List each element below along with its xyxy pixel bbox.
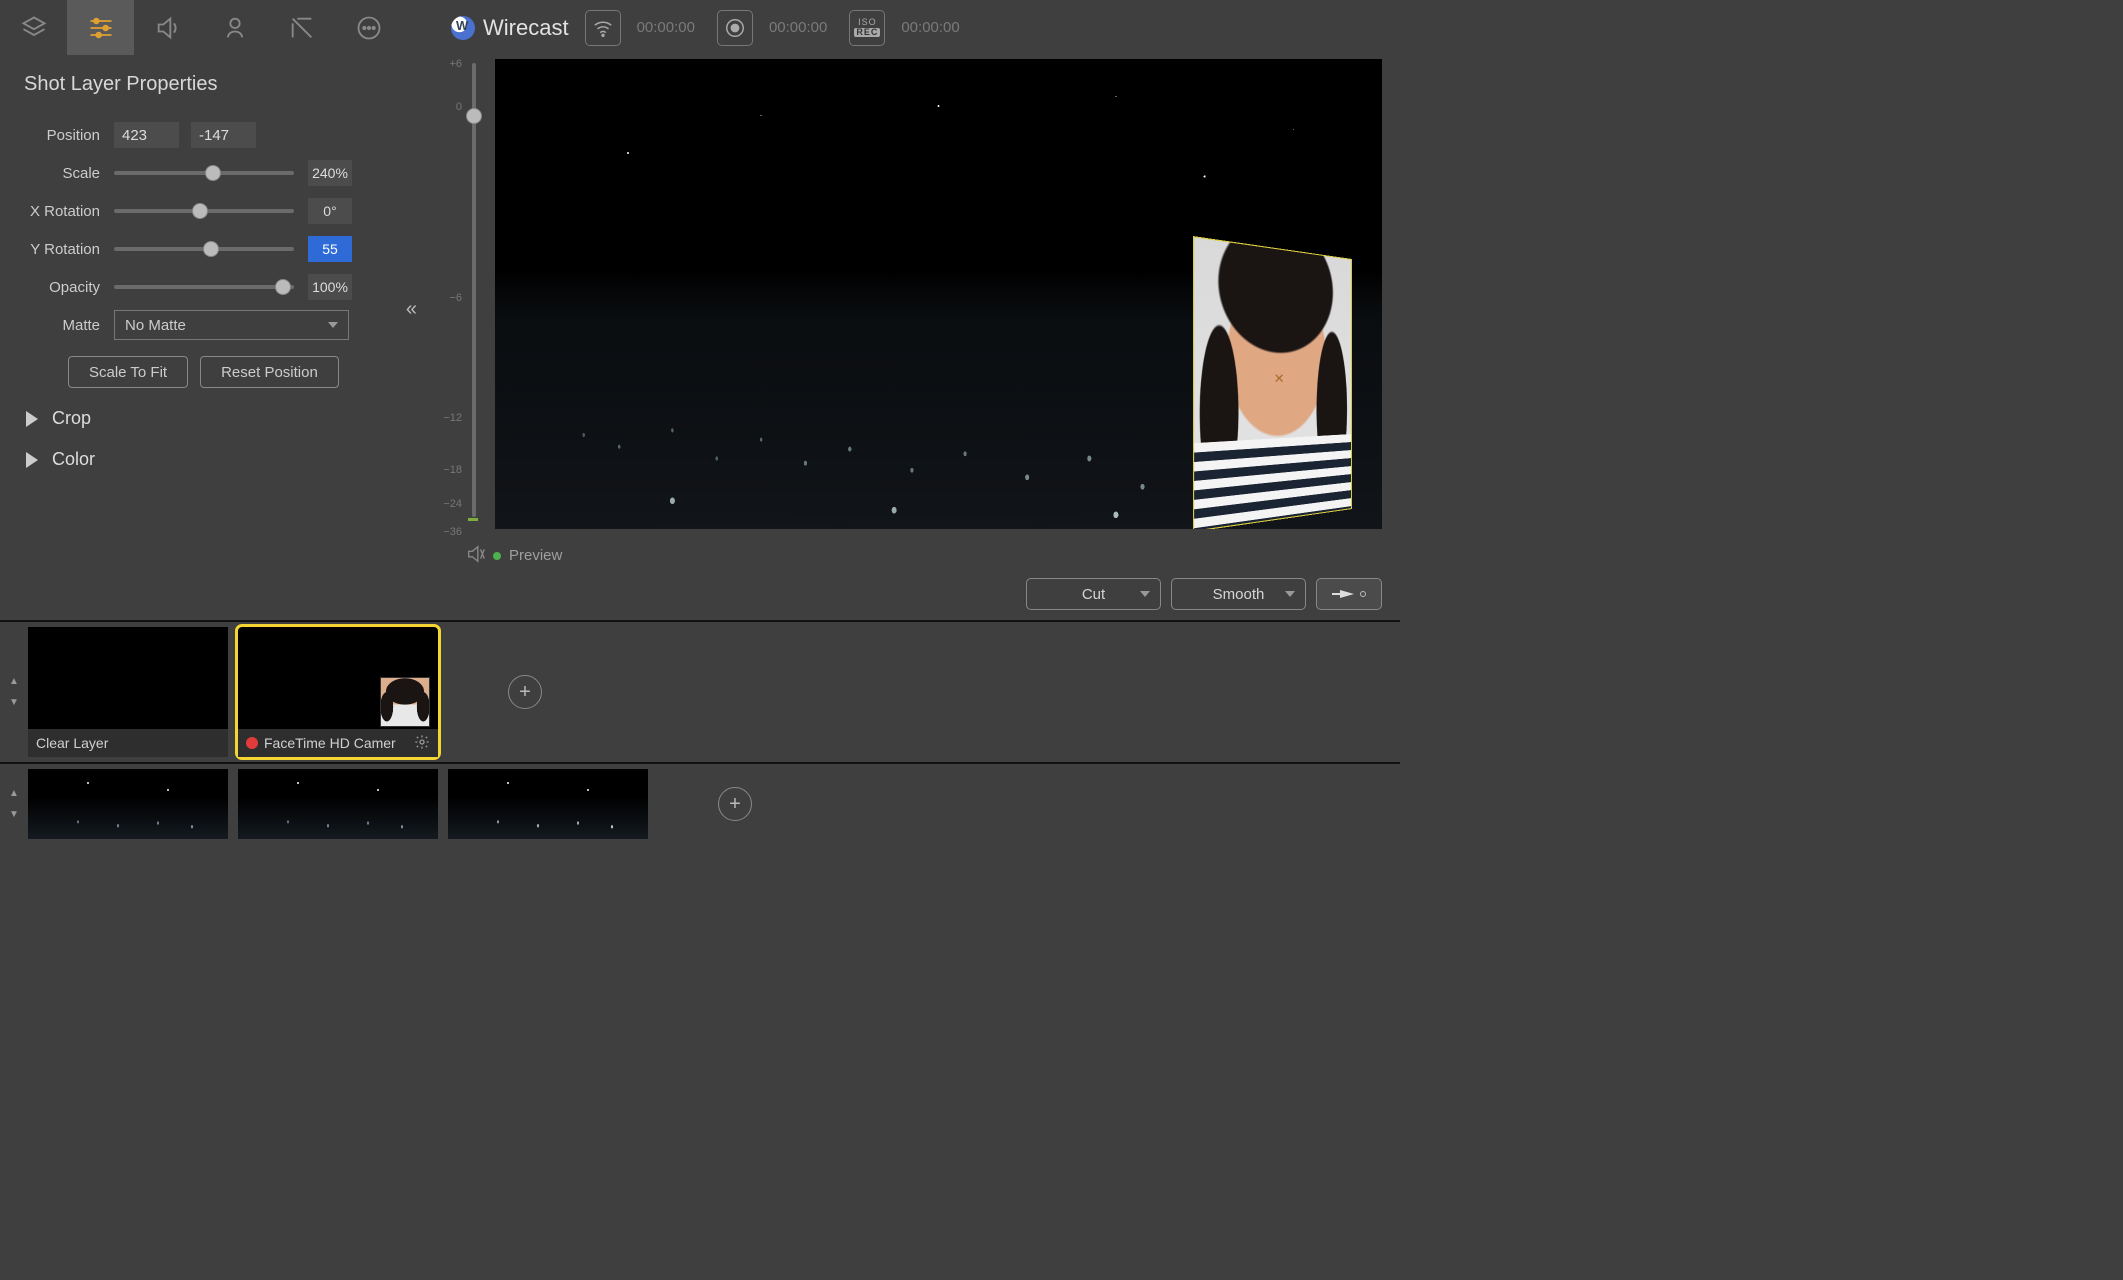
yrot-slider[interactable] — [114, 247, 294, 251]
mute-icon[interactable] — [465, 543, 487, 565]
layer-down-icon[interactable]: ▼ — [9, 809, 19, 820]
yrot-label: Y Rotation — [20, 241, 100, 258]
add-shot-button[interactable]: + — [508, 675, 542, 709]
go-live-button[interactable] — [1316, 578, 1382, 610]
properties-panel: Shot Layer Properties Position Scale 240… — [0, 0, 423, 620]
crop-disclosure[interactable]: Crop — [26, 408, 423, 429]
xrot-label: X Rotation — [20, 203, 100, 220]
record-button[interactable] — [717, 10, 753, 46]
triangle-right-icon — [26, 452, 38, 468]
layer-row-1: ▲ ▼ Clear Layer FaceTime HD Camer + — [0, 622, 1400, 764]
iso-icon: ISOREC — [854, 18, 880, 37]
app-brand: Wirecast — [451, 15, 569, 41]
preview-area: Wirecast 00:00:00 00:00:00 ISOREC 00:00:… — [423, 0, 1400, 620]
chevron-down-icon — [328, 322, 338, 328]
tab-filter-icon[interactable] — [268, 0, 335, 55]
scale-to-fit-button[interactable]: Scale To Fit — [68, 356, 188, 388]
properties-tabs — [0, 0, 423, 55]
shot-label: Clear Layer — [36, 735, 108, 751]
audio-meter: +6 0 −6 −12 −18 −24 −36 — [427, 59, 465, 537]
wifi-icon — [592, 17, 614, 39]
layer-up-icon[interactable]: ▲ — [9, 788, 19, 799]
status-dot-icon — [493, 552, 501, 560]
shot-clear-layer[interactable]: Clear Layer — [28, 627, 228, 757]
live-dot-icon — [246, 737, 258, 749]
layer-row-2: ▲ ▼ + — [0, 764, 1400, 844]
xrot-slider[interactable] — [114, 209, 294, 213]
tab-chromakey-icon[interactable] — [201, 0, 268, 55]
master-volume-slider[interactable] — [465, 61, 483, 535]
gear-icon[interactable] — [414, 734, 430, 753]
position-y-input[interactable] — [191, 122, 256, 148]
scale-slider[interactable] — [114, 171, 294, 175]
stream-timer: 00:00:00 — [637, 19, 695, 36]
shot-thumb[interactable] — [28, 769, 228, 839]
layer-down-icon[interactable]: ▼ — [9, 697, 19, 708]
tab-layers-icon[interactable] — [0, 0, 67, 55]
scale-value[interactable]: 240% — [308, 160, 352, 186]
color-disclosure[interactable]: Color — [26, 449, 423, 470]
shot-layers: ▲ ▼ Clear Layer FaceTime HD Camer + ▲ ▼ — [0, 620, 1400, 844]
top-bar: Wirecast 00:00:00 00:00:00 ISOREC 00:00:… — [423, 0, 1400, 55]
opacity-label: Opacity — [20, 279, 100, 296]
panel-title: Shot Layer Properties — [24, 73, 423, 96]
record-timer: 00:00:00 — [769, 19, 827, 36]
opacity-slider[interactable] — [114, 285, 294, 289]
shot-thumb[interactable] — [448, 769, 648, 839]
preview-canvas[interactable]: ✕ — [495, 59, 1382, 529]
collapse-panel-icon[interactable]: « — [406, 298, 417, 321]
iso-record-button[interactable]: ISOREC — [849, 10, 885, 46]
transition-smooth-dropdown[interactable]: Smooth — [1171, 578, 1306, 610]
matte-label: Matte — [20, 317, 100, 334]
transition-cut-dropdown[interactable]: Cut — [1026, 578, 1161, 610]
add-shot-button[interactable]: + — [718, 787, 752, 821]
matte-dropdown[interactable]: No Matte — [114, 310, 349, 340]
matte-value: No Matte — [125, 317, 186, 334]
stream-button[interactable] — [585, 10, 621, 46]
shot-label: FaceTime HD Camer — [264, 735, 396, 751]
opacity-value[interactable]: 100% — [308, 274, 352, 300]
tab-adjustments-icon[interactable] — [67, 0, 134, 55]
iso-timer: 00:00:00 — [901, 19, 959, 36]
tab-audio-icon[interactable] — [134, 0, 201, 55]
wirecast-logo-icon — [451, 16, 475, 40]
facetime-layer[interactable]: ✕ — [1193, 236, 1352, 529]
shot-facetime[interactable]: FaceTime HD Camer — [238, 627, 438, 757]
close-icon: ✕ — [1274, 371, 1285, 386]
shot-thumb[interactable] — [238, 769, 438, 839]
shot-thumbnail — [380, 677, 430, 727]
reset-position-button[interactable]: Reset Position — [200, 356, 339, 388]
position-x-input[interactable] — [114, 122, 179, 148]
triangle-right-icon — [26, 411, 38, 427]
position-label: Position — [20, 127, 100, 144]
scale-label: Scale — [20, 165, 100, 182]
circle-icon — [1360, 591, 1366, 597]
preview-indicator: Preview — [493, 547, 1400, 564]
xrot-value[interactable]: 0° — [308, 198, 352, 224]
layer-up-icon[interactable]: ▲ — [9, 676, 19, 687]
chevron-down-icon — [1285, 591, 1295, 597]
tab-more-icon[interactable] — [335, 0, 402, 55]
chevron-down-icon — [1140, 591, 1150, 597]
record-icon — [724, 17, 746, 39]
yrot-value[interactable]: 55 — [308, 236, 352, 262]
